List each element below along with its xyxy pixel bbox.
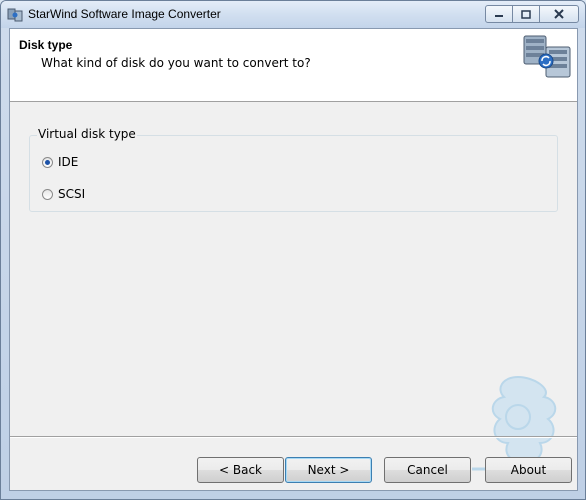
page-title: Disk type	[19, 38, 73, 52]
app-icon	[7, 8, 23, 22]
minimize-button[interactable]	[485, 5, 513, 23]
footer-separator	[10, 436, 577, 438]
maximize-icon	[521, 9, 531, 19]
app-window: StarWind Software Image Converter Disk t…	[0, 0, 586, 500]
next-button[interactable]: Next >	[285, 457, 372, 483]
title-bar[interactable]: StarWind Software Image Converter	[1, 1, 585, 28]
close-button[interactable]	[539, 5, 579, 23]
radio-selected-dot	[45, 159, 50, 165]
about-button[interactable]: About	[485, 457, 572, 483]
radio-label-scsi[interactable]: SCSI	[58, 187, 85, 201]
cancel-button[interactable]: Cancel	[384, 457, 471, 483]
wizard-header: Disk type What kind of disk do you want …	[10, 29, 577, 102]
disk-conversion-icon	[523, 35, 571, 78]
radio-button[interactable]	[42, 188, 53, 200]
group-label: Virtual disk type	[37, 127, 137, 141]
radio-label-ide[interactable]: IDE	[58, 155, 78, 169]
close-icon	[554, 9, 564, 19]
wizard-client-area: Disk type What kind of disk do you want …	[9, 28, 578, 491]
radio-scsi[interactable]: SCSI	[42, 187, 85, 201]
virtual-disk-type-group	[29, 135, 558, 212]
minimize-icon	[495, 15, 503, 17]
page-subtitle: What kind of disk do you want to convert…	[41, 56, 311, 70]
back-button[interactable]: < Back	[197, 457, 284, 483]
radio-ide[interactable]: IDE	[42, 155, 78, 169]
maximize-button[interactable]	[512, 5, 540, 23]
radio-button[interactable]	[42, 156, 53, 168]
window-title: StarWind Software Image Converter	[28, 7, 221, 21]
